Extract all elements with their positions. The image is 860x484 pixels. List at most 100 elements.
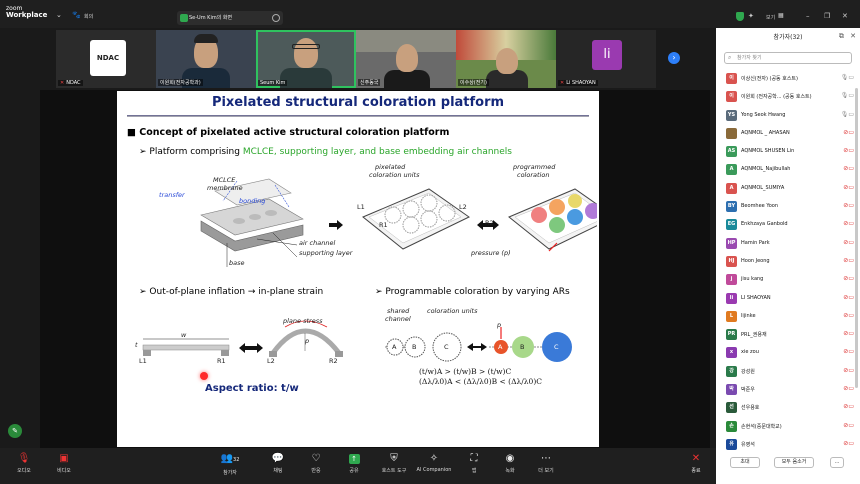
video-tile[interactable]: NDAC ✕ NDAC: [56, 30, 156, 88]
panel-footer: 초대 모두 음소거 ...: [716, 454, 860, 476]
pop-out-icon[interactable]: ⧉: [839, 32, 844, 40]
formula: (t/w)A > (t/w)B > (t/w)C (Δλ/λ0)A < (Δλ/…: [419, 367, 542, 386]
participant-face: [496, 48, 518, 74]
end-call-icon: ✕: [691, 453, 701, 464]
participant-row[interactable]: EG Enkhzaya Ganbold ⊘▭: [726, 216, 854, 234]
video-tile[interactable]: li ✕ Li SHAOYAN: [556, 30, 656, 88]
participant-name: Enkhzaya Ganbold: [741, 221, 788, 228]
security-shield-icon[interactable]: [736, 12, 744, 21]
participant-row[interactable]: li LI SHAOYAN ⊘▭: [726, 290, 854, 308]
participant-name: AQNMOL SHUSEN Lin: [741, 148, 795, 155]
mic-muted-icon: ⊘▭: [843, 147, 854, 155]
sparkle-icon[interactable]: ✦: [748, 12, 754, 20]
participant-row[interactable]: BY Beomhee Yoon ⊘▭: [726, 198, 854, 216]
avatar: HP: [726, 237, 737, 249]
participant-row[interactable]: 이 이원희 (전자공학... (공동 호스트) 🎙▭: [726, 88, 854, 106]
video-tile-active-speaker[interactable]: Seum Kim: [256, 30, 356, 88]
mic-muted-icon: ⊘▭: [843, 128, 854, 136]
avatar: j: [726, 274, 737, 286]
close-icon[interactable]: ✕: [842, 12, 848, 20]
participant-row[interactable]: 선 선우용호 ⊘▭: [726, 399, 854, 417]
video-gallery: NDAC ✕ NDAC 이원희(전자공학과) Seum Kim 신주동국 이수상(…: [56, 30, 660, 88]
participant-avatar: li: [592, 40, 622, 70]
annotate-pen-icon[interactable]: ✎: [8, 424, 22, 438]
participant-row[interactable]: AS AQNMOL SHUSEN Lin ⊘▭: [726, 143, 854, 161]
participant-row[interactable]: PR PRL_권용재 ⊘▭: [726, 326, 854, 344]
participant-row[interactable]: 박 박준우 ⊘▭: [726, 381, 854, 399]
view-grid-icon[interactable]: ▦: [778, 12, 784, 19]
participant-name: 이상신(전자) (공동 호스트): [741, 76, 798, 82]
mic-muted-icon: ⊘▭: [843, 293, 854, 301]
participant-face: [396, 44, 418, 72]
share-indicator[interactable]: Se-Um Kim의 화면: [177, 11, 283, 25]
ai-companion-button[interactable]: ✧ AI Companion: [414, 452, 454, 473]
participant-row[interactable]: 손 손현석(중문대학교) ⊘▭: [726, 418, 854, 436]
avatar: [726, 127, 737, 139]
video-tile[interactable]: 이원희(전자공학과): [156, 30, 256, 88]
video-tile[interactable]: 이수상(전기): [456, 30, 556, 88]
mic-on-icon: 🎙▭: [840, 92, 854, 100]
video-button[interactable]: ▣ 비디오: [44, 452, 84, 474]
record-button[interactable]: ◉ 녹화: [490, 452, 530, 474]
restore-icon[interactable]: ❐: [824, 12, 830, 20]
mute-all-button[interactable]: 모두 음소거: [774, 457, 814, 468]
options-icon[interactable]: [272, 14, 280, 22]
mic-on-icon: 🎙▭: [840, 74, 854, 81]
more-icon: ⋯: [541, 453, 551, 464]
host-tools-button[interactable]: ⛨ 호스트 도구: [374, 452, 414, 474]
meeting-label[interactable]: 회의: [84, 13, 93, 20]
top-bar: zoom Workplace ⌄ 🐾 회의 Se-Um Kim의 화면: [0, 0, 716, 28]
more-options-button[interactable]: ...: [830, 457, 844, 468]
participant-row[interactable]: AQNMOL _ AHASAN ⊘▭: [726, 125, 854, 143]
end-meeting-button[interactable]: ✕ 종료: [676, 452, 716, 474]
video-off-icon: ▣: [59, 453, 69, 464]
participant-name: xie zou: [741, 349, 759, 356]
video-tile[interactable]: 신주동국: [356, 30, 456, 88]
participant-row[interactable]: j jisu kang ⊘▭: [726, 271, 854, 289]
laser-pointer: [200, 372, 208, 380]
chevron-down-icon[interactable]: ⌄: [56, 11, 62, 19]
react-button[interactable]: ♡ 반응: [296, 452, 336, 474]
participants-button[interactable]: 👥32 참가자: [210, 452, 250, 476]
mic-muted-icon: ⊘▭: [843, 165, 854, 173]
slide-title: Pixelated structural coloration platform: [211, 95, 505, 110]
participant-search-input[interactable]: ⌕ 참가자 찾기: [724, 52, 852, 64]
avatar: x: [726, 347, 737, 359]
participant-row[interactable]: A AQNMOL_SUMIYA ⊘▭: [726, 180, 854, 198]
close-panel-icon[interactable]: ✕: [850, 32, 856, 40]
chat-button[interactable]: 💬 채팅: [258, 452, 298, 474]
participant-row[interactable]: YS Yong Seok Hwang 🎙▭: [726, 107, 854, 125]
mic-muted-icon: ⊘▭: [843, 311, 854, 319]
minimize-icon[interactable]: –: [806, 12, 810, 20]
participant-row[interactable]: 유 유영석 ⊘▭: [726, 436, 854, 454]
participant-row[interactable]: x xie zou ⊘▭: [726, 344, 854, 362]
participant-row[interactable]: HJ Hoon Jeong ⊘▭: [726, 253, 854, 271]
shield-icon: ⛨: [390, 453, 398, 464]
apps-button[interactable]: ⛶ 앱: [454, 452, 494, 474]
view-button[interactable]: 보기: [766, 14, 775, 21]
participants-icon: 👥: [220, 453, 234, 464]
mic-muted-icon: ⊘▭: [843, 183, 854, 191]
more-button[interactable]: ⋯ 더 보기: [526, 452, 566, 474]
participant-row[interactable]: HP Hamin Park ⊘▭: [726, 235, 854, 253]
share-button[interactable]: ↑ 공유: [334, 452, 374, 474]
invite-button[interactable]: 초대: [730, 457, 760, 468]
participant-row[interactable]: Llijinke ⊘▭: [726, 308, 854, 326]
participant-row[interactable]: 강 강성원 ⊘▭: [726, 363, 854, 381]
participant-row[interactable]: 이 이상신(전자) (공동 호스트) 🎙▭: [726, 70, 854, 88]
participant-name: jisu kang: [741, 276, 764, 283]
audio-button[interactable]: 🎙 오디오: [4, 452, 44, 474]
avatar: 유: [726, 438, 737, 450]
chat-icon: 💬: [271, 453, 285, 464]
window-controls: ✦ 보기 ▦ – ❐ ✕: [716, 0, 860, 28]
participant-row[interactable]: A AQNMOL_Najibullah ⊘▭: [726, 161, 854, 179]
mic-muted-icon: ⊘▭: [843, 238, 854, 246]
next-page-arrow-icon[interactable]: ›: [668, 52, 680, 64]
avatar: AS: [726, 146, 737, 158]
avatar: 박: [726, 384, 737, 396]
mic-muted-icon: ⊘▭: [843, 385, 854, 393]
participant-name: Beomhee Yoon: [741, 203, 779, 210]
meeting-icon[interactable]: 🐾: [72, 11, 81, 19]
panel-scrollbar[interactable]: [855, 88, 858, 388]
avatar: 이: [726, 91, 737, 103]
